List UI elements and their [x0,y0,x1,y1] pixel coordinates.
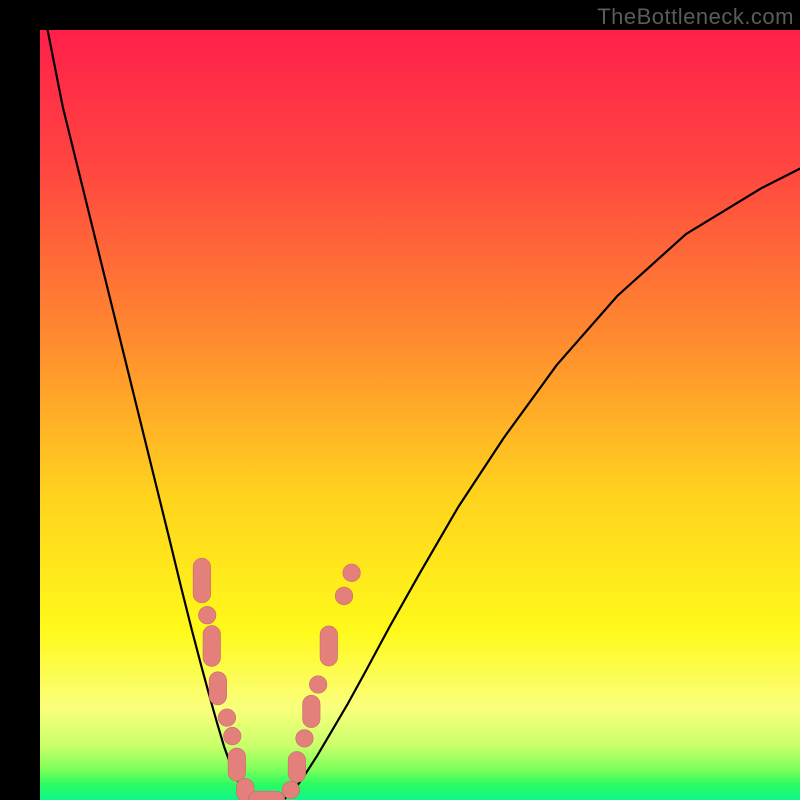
data-marker [218,709,235,726]
data-marker [193,558,210,603]
data-marker [209,672,226,705]
data-marker [320,626,337,666]
data-marker [296,730,313,747]
data-marker [228,748,245,781]
data-marker [309,676,326,693]
watermark-text: TheBottleneck.com [597,4,794,30]
curve-layer [40,30,800,800]
plot-area [40,30,800,800]
bottleneck-curve [48,30,800,800]
data-marker [335,587,352,604]
marker-group [193,558,360,800]
data-marker [288,751,305,782]
chart-frame: TheBottleneck.com [0,0,800,800]
data-marker [203,626,220,667]
data-marker [282,781,299,798]
data-marker [224,727,241,744]
data-marker [343,564,360,581]
data-marker [248,791,284,800]
data-marker [198,606,215,623]
data-marker [303,695,320,727]
